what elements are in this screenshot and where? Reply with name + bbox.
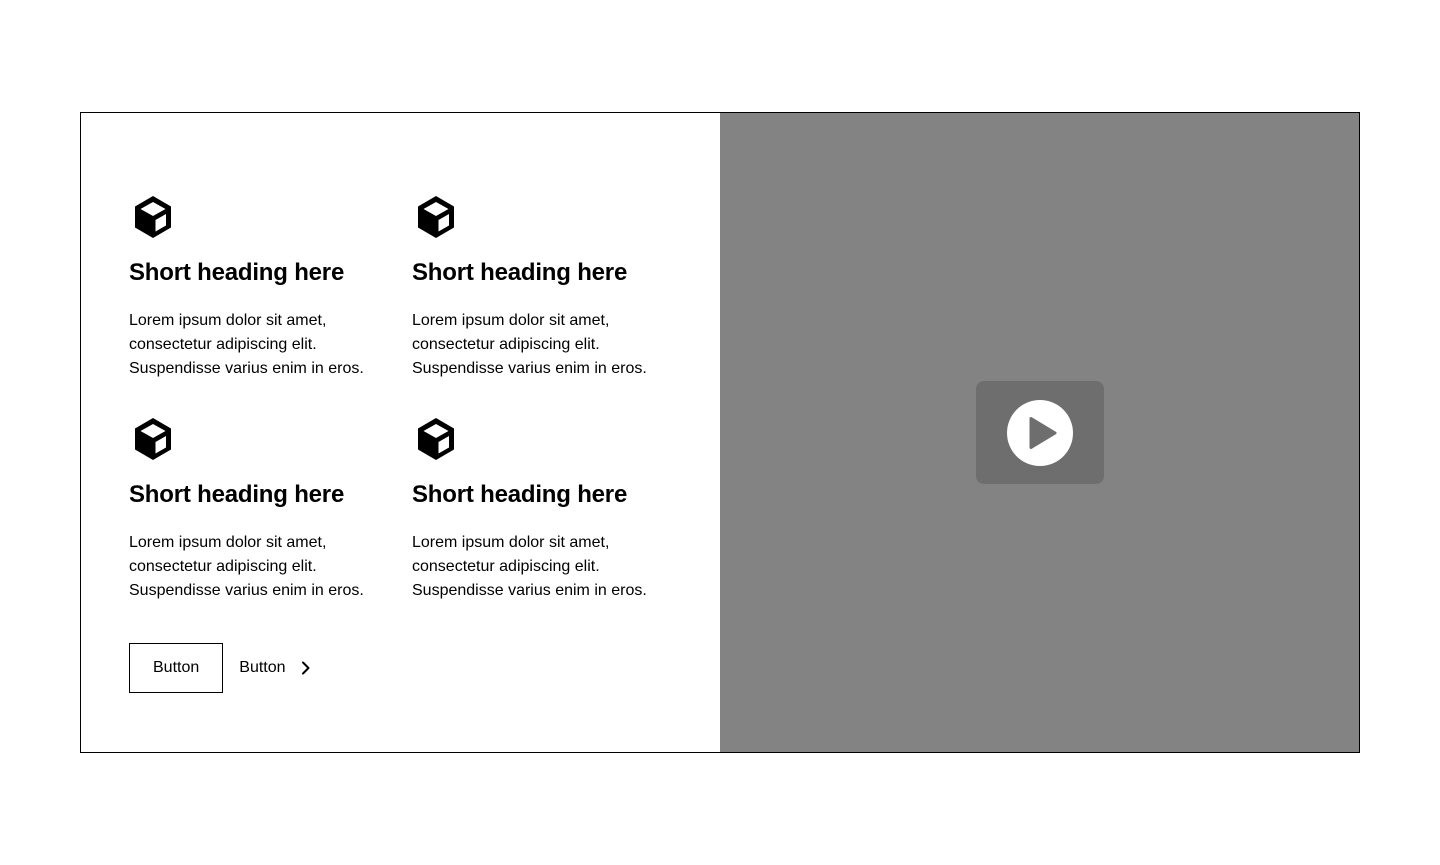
feature-heading: Short heading here: [412, 481, 628, 508]
feature-item: Short heading here Lorem ipsum dolor sit…: [412, 415, 663, 603]
play-button[interactable]: [976, 381, 1104, 484]
link-button[interactable]: Button: [239, 643, 317, 693]
cube-icon: [135, 196, 171, 238]
feature-item: Short heading here Lorem ipsum dolor sit…: [129, 415, 380, 603]
video-placeholder[interactable]: [720, 113, 1359, 752]
feature-grid: Short heading here Lorem ipsum dolor sit…: [129, 193, 672, 603]
play-icon: [1007, 399, 1073, 466]
cube-icon: [418, 418, 454, 460]
chevron-right-icon: [301, 661, 310, 675]
feature-heading: Short heading here: [129, 481, 345, 508]
feature-item: Short heading here Lorem ipsum dolor sit…: [412, 193, 663, 381]
secondary-button[interactable]: Button: [129, 643, 224, 693]
feature-item: Short heading here Lorem ipsum dolor sit…: [129, 193, 380, 381]
link-button-label: Button: [239, 659, 286, 676]
feature-text: Lorem ipsum dolor sit amet, consectetur …: [129, 534, 364, 599]
cube-icon: [135, 418, 171, 460]
cube-icon: [418, 196, 454, 238]
content-panel: Short heading here Lorem ipsum dolor sit…: [81, 113, 720, 752]
feature-text: Lorem ipsum dolor sit amet, consectetur …: [412, 312, 647, 377]
feature-section: Short heading here Lorem ipsum dolor sit…: [80, 112, 1360, 753]
feature-text: Lorem ipsum dolor sit amet, consectetur …: [412, 534, 647, 599]
feature-text: Lorem ipsum dolor sit amet, consectetur …: [129, 312, 364, 377]
feature-heading: Short heading here: [129, 259, 345, 286]
actions-row: Button Button: [129, 643, 672, 693]
feature-heading: Short heading here: [412, 259, 628, 286]
